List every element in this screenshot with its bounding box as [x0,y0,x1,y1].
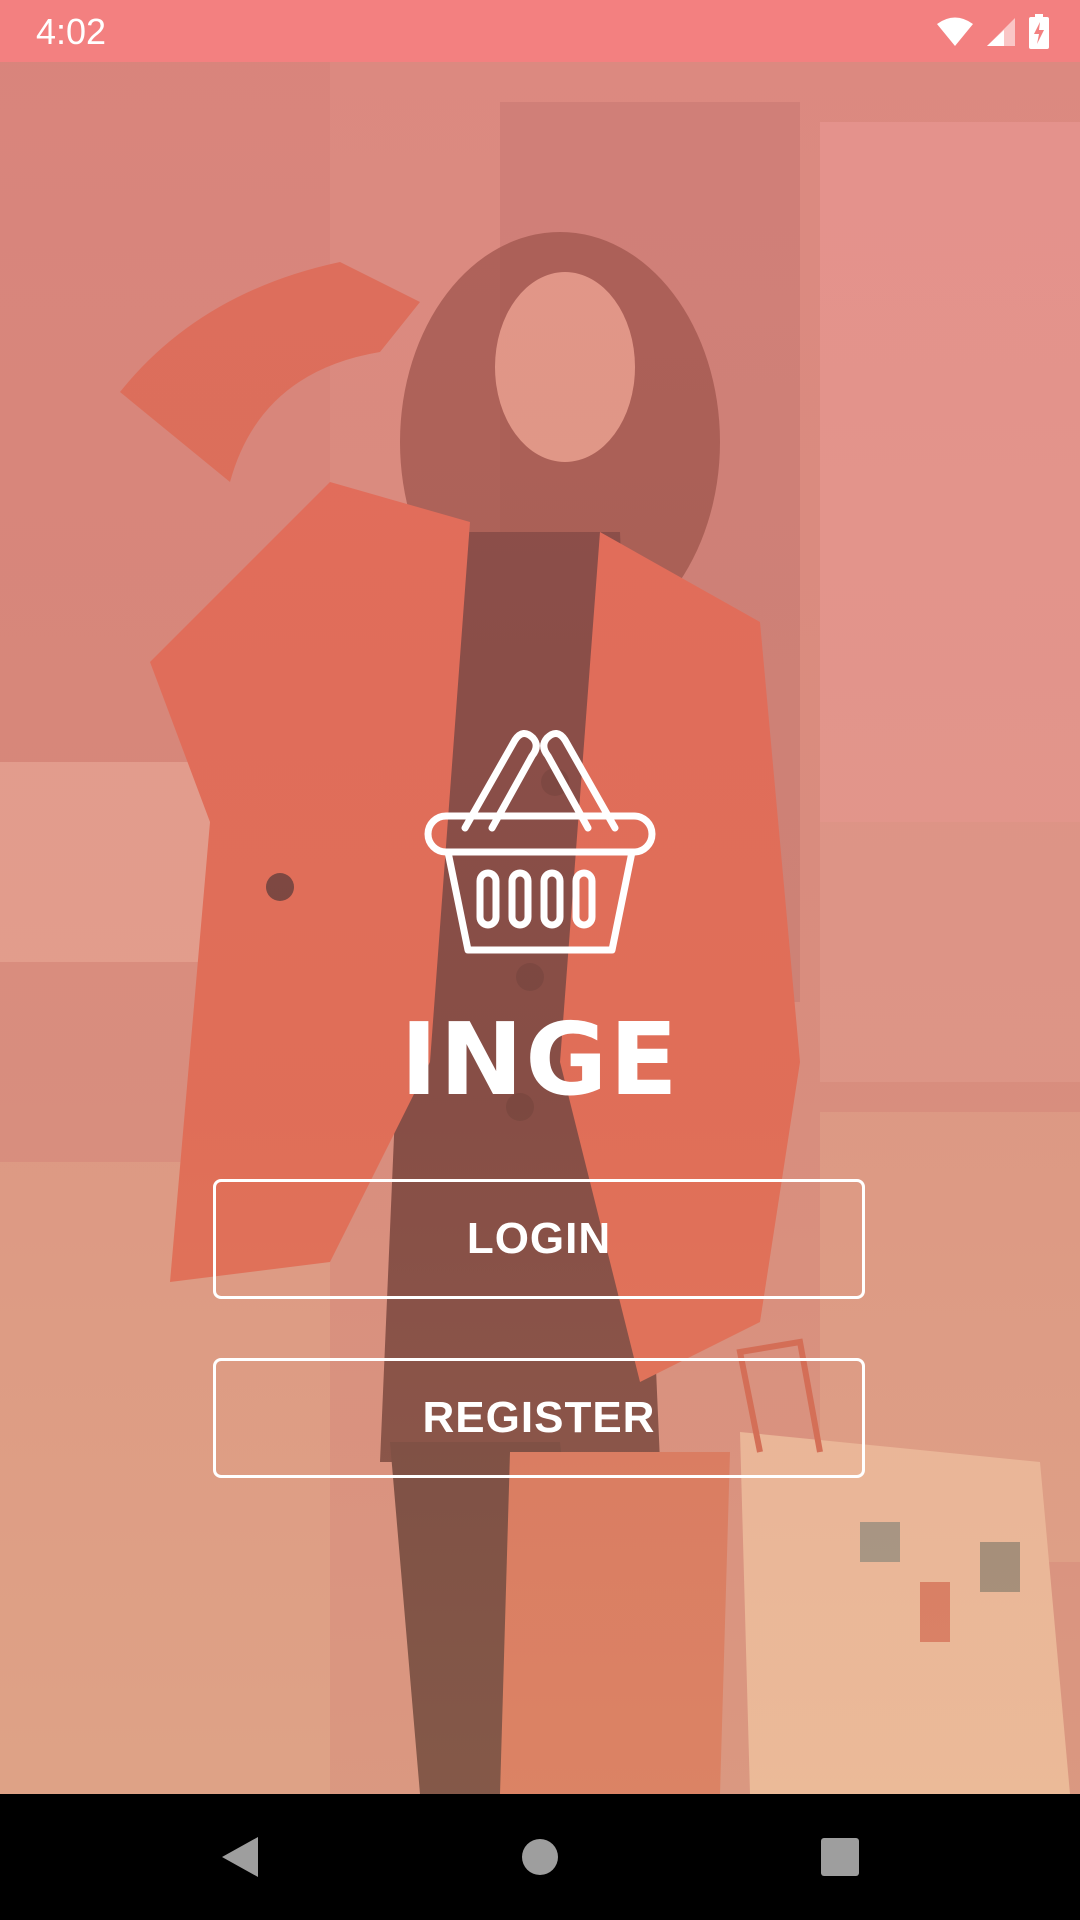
login-button[interactable]: LOGIN [213,1179,865,1299]
back-icon[interactable] [210,1827,270,1887]
status-icons [936,12,1050,52]
app-name: INGE [400,1001,680,1118]
shopping-basket-icon [420,728,660,958]
navigation-bar [0,1794,1080,1920]
home-icon[interactable] [510,1827,570,1887]
status-time: 4:02 [36,11,107,52]
cellular-signal-icon [986,17,1016,47]
recents-icon[interactable] [810,1827,870,1887]
wifi-icon [936,17,974,47]
status-bar: 4:02 [0,0,1080,62]
battery-charging-icon [1028,14,1050,50]
register-button[interactable]: REGISTER [213,1358,865,1478]
login-screen: 4:02 INGE LOGIN REGISTER [0,0,1080,1920]
